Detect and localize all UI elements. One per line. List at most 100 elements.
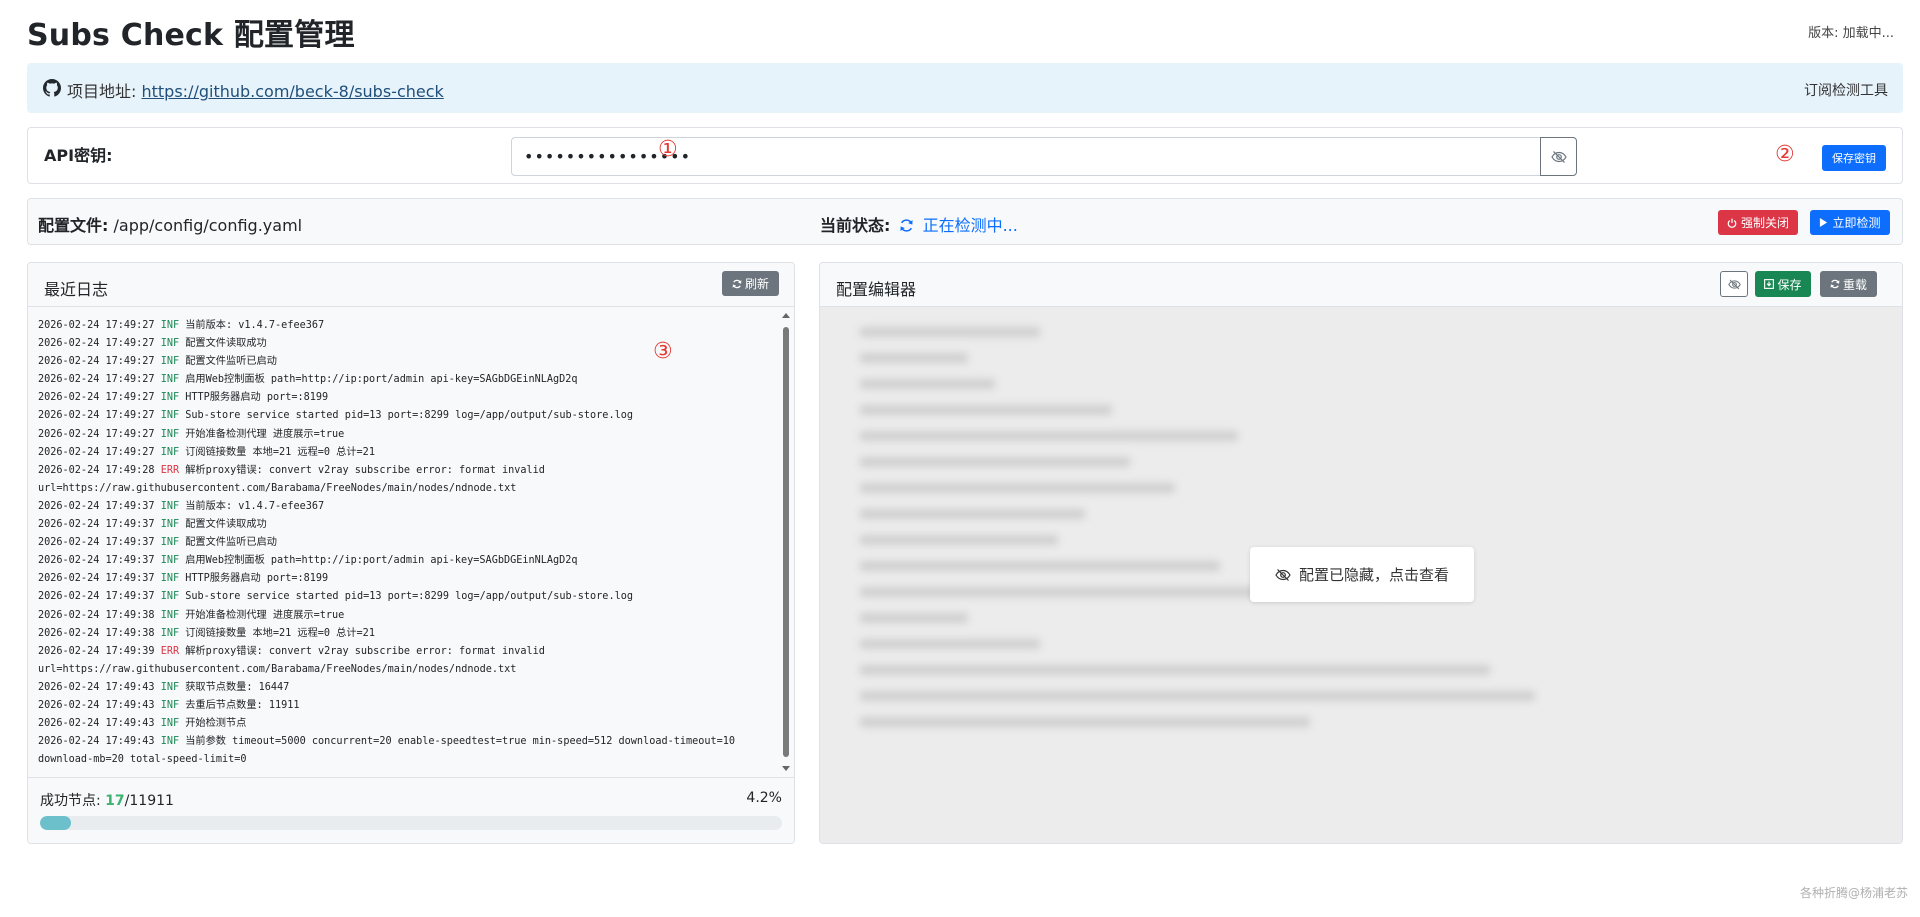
config-editor-body[interactable]: 配置已隐藏，点击查看	[820, 307, 1902, 843]
check-now-button[interactable]: 立即检测	[1810, 210, 1890, 235]
project-url-link[interactable]: https://github.com/beck-8/subs-check	[141, 82, 443, 101]
log-level: INF	[160, 736, 180, 748]
log-level: INF	[160, 410, 180, 422]
log-message: 配置文件读取成功	[185, 338, 267, 350]
log-line: 2026-02-24 17:49:27 INF HTTP服务器启动 port=:…	[38, 389, 778, 407]
annotation-2: ②	[1775, 142, 1795, 167]
log-time: 2026-02-24 17:49:38	[38, 609, 155, 621]
log-message: HTTP服务器启动 port=:8199	[185, 392, 329, 404]
log-time: 2026-02-24 17:49:43	[38, 699, 155, 711]
log-line: 2026-02-24 17:49:37 INF 启用Web控制面板 path=h…	[38, 552, 778, 570]
log-time: 2026-02-24 17:49:27	[38, 320, 155, 331]
log-level: INF	[160, 519, 180, 531]
scroll-up-arrow[interactable]	[782, 313, 790, 318]
toggle-visibility-button[interactable]	[1540, 137, 1577, 176]
save-key-button[interactable]: 保存密钥	[1822, 145, 1886, 171]
log-line: 2026-02-24 17:49:39 ERR 解析proxy错误: conve…	[38, 643, 778, 661]
log-line: 2026-02-24 17:49:37 INF 配置文件监听已启动	[38, 534, 778, 552]
log-message: url=https://raw.githubusercontent.com/Ba…	[38, 482, 517, 494]
log-time: 2026-02-24 17:49:28	[38, 464, 155, 476]
log-message: 配置文件监听已启动	[185, 537, 277, 549]
sync-icon	[899, 219, 913, 232]
log-level: INF	[160, 573, 180, 585]
log-level: INF	[160, 356, 180, 368]
log-line: 2026-02-24 17:49:28 ERR 解析proxy错误: conve…	[38, 462, 778, 480]
save-config-button[interactable]: 保存	[1755, 271, 1811, 297]
log-message: HTTP服务器启动 port=:8199	[185, 573, 329, 585]
log-message: 配置文件监听已启动	[185, 356, 277, 368]
log-panel-header: 最近日志 刷新	[28, 263, 794, 307]
progress-percent: 4.2%	[746, 790, 782, 806]
log-line: 2026-02-24 17:49:27 INF Sub-store servic…	[38, 407, 778, 425]
config-hidden-overlay[interactable]: 配置已隐藏，点击查看	[1250, 547, 1474, 602]
log-message: url=https://raw.githubusercontent.com/Ba…	[38, 663, 517, 675]
log-line: 2026-02-24 17:49:27 INF 订阅链接数量 本地=21 远程=…	[38, 444, 778, 462]
toggle-config-visibility-button[interactable]	[1720, 271, 1748, 297]
log-time: 2026-02-24 17:49:37	[38, 591, 155, 603]
annotation-3: ③	[653, 339, 673, 364]
github-icon	[43, 79, 61, 97]
log-message: 启用Web控制面板 path=http://ip:port/admin api-…	[185, 374, 578, 386]
log-scrollbar[interactable]	[782, 313, 790, 771]
log-message: 订阅链接数量 本地=21 远程=0 总计=21	[185, 446, 375, 458]
api-key-label: API密钥:	[44, 146, 113, 165]
log-message: 开始准备检测代理 进度展示=true	[185, 428, 345, 440]
config-hidden-message: 配置已隐藏，点击查看	[1298, 566, 1449, 584]
config-file-label: 配置文件:	[38, 216, 109, 235]
api-key-card: API密钥: ① ② 保存密钥	[27, 127, 1903, 184]
log-time: 2026-02-24 17:49:27	[38, 338, 155, 350]
log-message: 当前版本: v1.4.7-efee367	[185, 500, 325, 512]
log-time: 2026-02-24 17:49:27	[38, 392, 155, 404]
log-level: INF	[160, 609, 180, 621]
check-now-label: 立即检测	[1832, 216, 1881, 230]
log-line: 2026-02-24 17:49:27 INF 当前版本: v1.4.7-efe…	[38, 317, 778, 335]
log-message: 当前参数 timeout=5000 concurrent=20 enable-s…	[185, 736, 736, 748]
play-icon	[1820, 218, 1828, 227]
log-level: ERR	[160, 645, 180, 657]
log-message: 配置文件读取成功	[185, 519, 267, 531]
log-message: 当前版本: v1.4.7-efee367	[185, 320, 325, 331]
log-time: 2026-02-24 17:49:37	[38, 500, 155, 512]
log-panel: 最近日志 刷新 2026-02-24 17:49:27 INF 当前版本: v1…	[27, 262, 795, 844]
log-line: 2026-02-24 17:49:27 INF 启用Web控制面板 path=h…	[38, 371, 778, 389]
log-level: INF	[160, 718, 180, 730]
log-line: 2026-02-24 17:49:43 INF 当前参数 timeout=500…	[38, 733, 778, 751]
log-level: INF	[160, 591, 180, 603]
config-editor-title: 配置编辑器	[836, 280, 917, 299]
force-close-button[interactable]: 强制关闭	[1718, 210, 1798, 235]
log-output[interactable]: 2026-02-24 17:49:27 INF 当前版本: v1.4.7-efe…	[28, 307, 794, 777]
page-title: Subs Check 配置管理	[27, 18, 355, 53]
log-level: INF	[160, 537, 180, 549]
log-level: INF	[160, 681, 180, 693]
scroll-down-arrow[interactable]	[782, 766, 790, 771]
refresh-button[interactable]: 刷新	[722, 271, 779, 296]
log-line: 2026-02-24 17:49:43 INF 去重后节点数量: 11911	[38, 697, 778, 715]
log-level: INF	[160, 392, 180, 404]
config-file-info: 配置文件: /app/config/config.yaml	[38, 212, 302, 236]
project-address: 项目地址: https://github.com/beck-8/subs-che…	[67, 78, 444, 102]
log-level: INF	[160, 428, 180, 440]
eye-slash-icon	[1727, 279, 1741, 289]
project-address-label: 项目地址:	[67, 82, 142, 101]
reload-config-button[interactable]: 重载	[1820, 271, 1877, 297]
total-count: /11911	[124, 793, 174, 809]
log-level: INF	[160, 699, 180, 711]
log-line: 2026-02-24 17:49:38 INF 订阅链接数量 本地=21 远程=…	[38, 625, 778, 643]
log-time: 2026-02-24 17:49:27	[38, 356, 155, 368]
status-label: 当前状态:	[820, 216, 891, 235]
power-icon	[1727, 218, 1737, 228]
save-icon	[1764, 279, 1775, 289]
log-line: url=https://raw.githubusercontent.com/Ba…	[38, 480, 778, 498]
project-bar: 项目地址: https://github.com/beck-8/subs-che…	[27, 63, 1903, 113]
success-label: 成功节点:	[40, 793, 106, 809]
log-time: 2026-02-24 17:49:38	[38, 627, 155, 639]
scroll-thumb[interactable]	[783, 327, 789, 757]
log-line: url=https://raw.githubusercontent.com/Ba…	[38, 661, 778, 679]
status-card: 配置文件: /app/config/config.yaml 当前状态: 正在检测…	[27, 198, 1903, 245]
tool-description: 订阅检测工具	[1804, 83, 1888, 99]
log-message: 开始准备检测代理 进度展示=true	[185, 609, 345, 621]
config-editor-panel: 配置编辑器 保存 重载 配置已隐藏，点击查看	[819, 262, 1903, 844]
reload-icon	[1830, 279, 1840, 289]
log-time: 2026-02-24 17:49:43	[38, 681, 155, 693]
refresh-icon	[732, 279, 742, 288]
